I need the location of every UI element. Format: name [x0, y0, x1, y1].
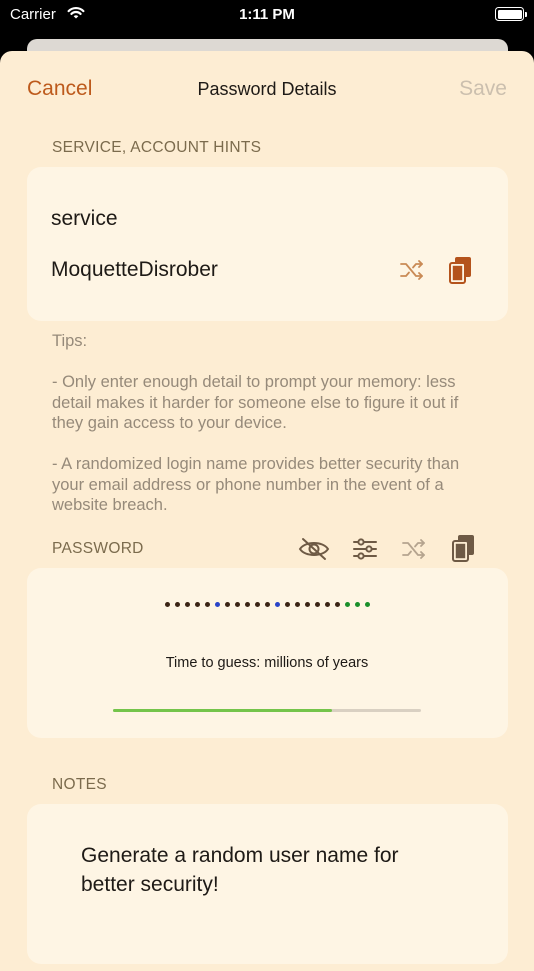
- password-dot: [224, 602, 230, 608]
- copy-account-icon[interactable]: [448, 255, 473, 285]
- hide-password-icon[interactable]: [298, 537, 330, 561]
- time-to-guess-label: Time to guess: millions of years: [165, 655, 369, 671]
- password-field[interactable]: [0, 599, 534, 609]
- status-bar: Carrier 1:11 PM: [0, 0, 534, 30]
- password-dot: [294, 602, 300, 608]
- password-dot: [184, 602, 190, 608]
- shuffle-password-icon[interactable]: [401, 538, 427, 560]
- password-strength-bar: [113, 709, 421, 712]
- password-dot: [304, 602, 310, 608]
- password-dot: [314, 602, 320, 608]
- copy-password-icon[interactable]: [451, 533, 476, 563]
- password-dot: [234, 602, 240, 608]
- password-dot: [254, 602, 260, 608]
- save-button[interactable]: Save: [459, 77, 507, 101]
- service-card: [27, 167, 508, 321]
- password-strength-fill: [113, 709, 332, 712]
- page-title: Password Details: [197, 79, 337, 99]
- password-dot: [274, 602, 280, 608]
- password-card: [27, 568, 508, 738]
- password-section-header: PASSWORD: [52, 540, 144, 557]
- password-options-icon[interactable]: [352, 538, 378, 560]
- service-field[interactable]: service: [51, 207, 118, 231]
- password-dot: [334, 602, 340, 608]
- notes-field[interactable]: Generate a random user name for better s…: [81, 842, 441, 899]
- password-dot: [194, 602, 200, 608]
- shuffle-account-icon[interactable]: [399, 259, 425, 281]
- password-dot: [324, 602, 330, 608]
- password-dot: [174, 602, 180, 608]
- password-dot: [204, 602, 210, 608]
- password-dot: [164, 602, 170, 608]
- password-dot: [364, 602, 370, 608]
- password-dot: [284, 602, 290, 608]
- password-dot: [214, 602, 220, 608]
- service-section-header: SERVICE, ACCOUNT HINTS: [52, 139, 262, 156]
- password-dot: [244, 602, 250, 608]
- tips-text: Tips: - Only enter enough detail to prom…: [52, 332, 460, 514]
- password-dot: [264, 602, 270, 608]
- notes-section-header: NOTES: [52, 776, 107, 793]
- battery-icon: [495, 7, 527, 21]
- password-dot: [344, 602, 350, 608]
- password-dot: [354, 602, 360, 608]
- status-time: 1:11 PM: [239, 6, 295, 23]
- account-field[interactable]: MoquetteDisrober: [51, 258, 218, 282]
